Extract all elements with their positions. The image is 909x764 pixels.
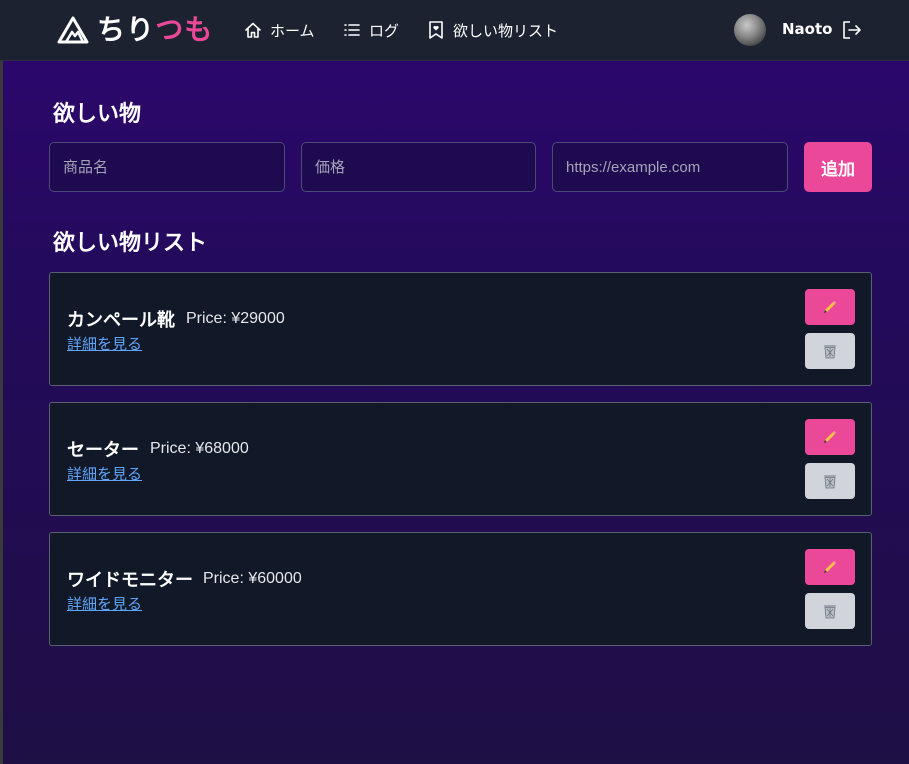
- wishlist-card: セーター Price: ¥68000 詳細を見る: [49, 402, 872, 516]
- item-name: ワイドモニター: [67, 570, 193, 591]
- delete-button[interactable]: [805, 593, 855, 629]
- delete-button[interactable]: [805, 333, 855, 369]
- nav-wishlist-label: 欲しい物リスト: [453, 21, 559, 40]
- item-name: セーター: [67, 440, 139, 461]
- nav-wishlist[interactable]: 欲しい物リスト: [427, 19, 558, 41]
- trash-icon: [824, 345, 836, 359]
- bookmark-heart-icon: [429, 21, 443, 39]
- edit-button[interactable]: [805, 549, 855, 585]
- form-title: 欲しい物: [53, 102, 142, 127]
- item-name: カンペール靴: [67, 310, 175, 331]
- list-icon: [344, 24, 360, 36]
- nav-home-label: ホーム: [270, 21, 315, 40]
- detail-link[interactable]: 詳細を見る: [67, 593, 142, 614]
- detail-link[interactable]: 詳細を見る: [67, 333, 142, 354]
- nav-home[interactable]: ホーム: [244, 19, 315, 41]
- list-title: 欲しい物リスト: [53, 231, 208, 256]
- edit-button[interactable]: [805, 419, 855, 455]
- item-name-input[interactable]: [49, 142, 285, 192]
- price-input[interactable]: [301, 142, 536, 192]
- pencil-icon: [824, 300, 837, 313]
- pencil-icon: [824, 430, 837, 443]
- nav-log[interactable]: ログ: [343, 19, 399, 41]
- logout-icon: [843, 21, 861, 39]
- mountain-logo-icon: [57, 16, 89, 44]
- item-price: Price: ¥68000: [150, 440, 249, 457]
- username: Naoto: [782, 20, 833, 38]
- wishlist-card: ワイドモニター Price: ¥60000 詳細を見る: [49, 532, 872, 646]
- app-name-part1: ちり: [97, 13, 156, 46]
- window-edge: [0, 0, 3, 764]
- wishlist-card: カンペール靴 Price: ¥29000 詳細を見る: [49, 272, 872, 386]
- trash-icon: [824, 475, 836, 489]
- avatar[interactable]: [734, 14, 766, 46]
- add-button[interactable]: 追加: [804, 142, 872, 192]
- app-name-part2: つも: [155, 13, 214, 46]
- item-price: Price: ¥29000: [186, 310, 285, 327]
- app-name: ちりつも: [97, 13, 213, 47]
- nav-log-label: ログ: [369, 21, 400, 40]
- trash-icon: [824, 605, 836, 619]
- home-icon: [245, 22, 261, 38]
- navbar: ちりつも ホーム ログ 欲しい物リスト Naoto: [0, 0, 909, 61]
- item-price: Price: ¥60000: [203, 570, 302, 587]
- logout-button[interactable]: [841, 20, 863, 44]
- app-logo[interactable]: ちりつも: [57, 13, 213, 47]
- url-input[interactable]: [552, 142, 788, 192]
- pencil-icon: [824, 560, 837, 573]
- edit-button[interactable]: [805, 289, 855, 325]
- detail-link[interactable]: 詳細を見る: [67, 463, 142, 484]
- delete-button[interactable]: [805, 463, 855, 499]
